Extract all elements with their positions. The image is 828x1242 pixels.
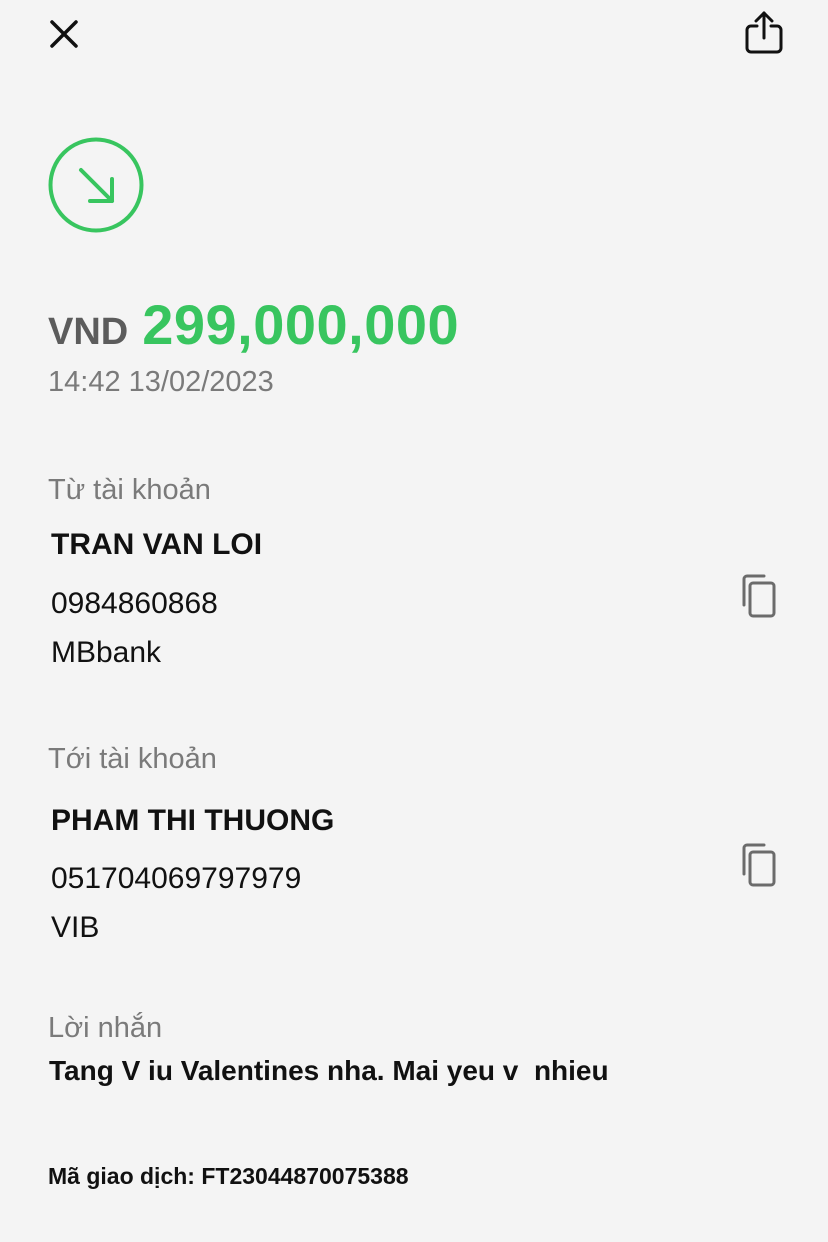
transaction-reference-label: Mã giao dịch:	[48, 1163, 195, 1189]
transfer-amount: 299,000,000	[142, 293, 460, 356]
message-text: Tang V iu Valentines nha. Mai yeu v nhie…	[49, 1055, 609, 1086]
to-account-name: PHAM THI THUONG	[51, 804, 335, 837]
transaction-reference: Mã giao dịch: FT23044870075388	[48, 1163, 409, 1190]
currency-code: VND	[48, 311, 129, 353]
to-account-label: Tới tài khoản	[48, 743, 217, 775]
transaction-reference-code: FT23044870075388	[201, 1163, 409, 1189]
copy-from-account-button[interactable]	[734, 570, 782, 622]
amount-row: VND 299,000,000	[48, 292, 459, 357]
from-account-name: TRAN VAN LOI	[51, 528, 263, 561]
to-account-number: 051704069797979	[51, 862, 302, 895]
incoming-transfer-status	[48, 137, 144, 233]
copy-icon	[742, 843, 776, 887]
copy-to-account-button[interactable]	[734, 839, 782, 891]
share-button[interactable]	[738, 6, 790, 58]
close-button[interactable]	[40, 10, 88, 58]
copy-icon	[742, 574, 776, 618]
from-account-label: Từ tài khoản	[48, 474, 211, 506]
from-account-number: 0984860868	[51, 587, 218, 620]
share-icon	[745, 11, 783, 54]
arrow-down-right-icon	[48, 137, 144, 233]
transaction-detail-screen: VND 299,000,000 14:42 13/02/2023 Từ tài …	[0, 0, 828, 1242]
message-label: Lời nhắn	[48, 1012, 163, 1044]
to-account-bank: VIB	[51, 911, 100, 944]
from-account-bank: MBbank	[51, 636, 162, 669]
close-icon	[50, 20, 78, 48]
transaction-datetime: 14:42 13/02/2023	[48, 366, 274, 398]
